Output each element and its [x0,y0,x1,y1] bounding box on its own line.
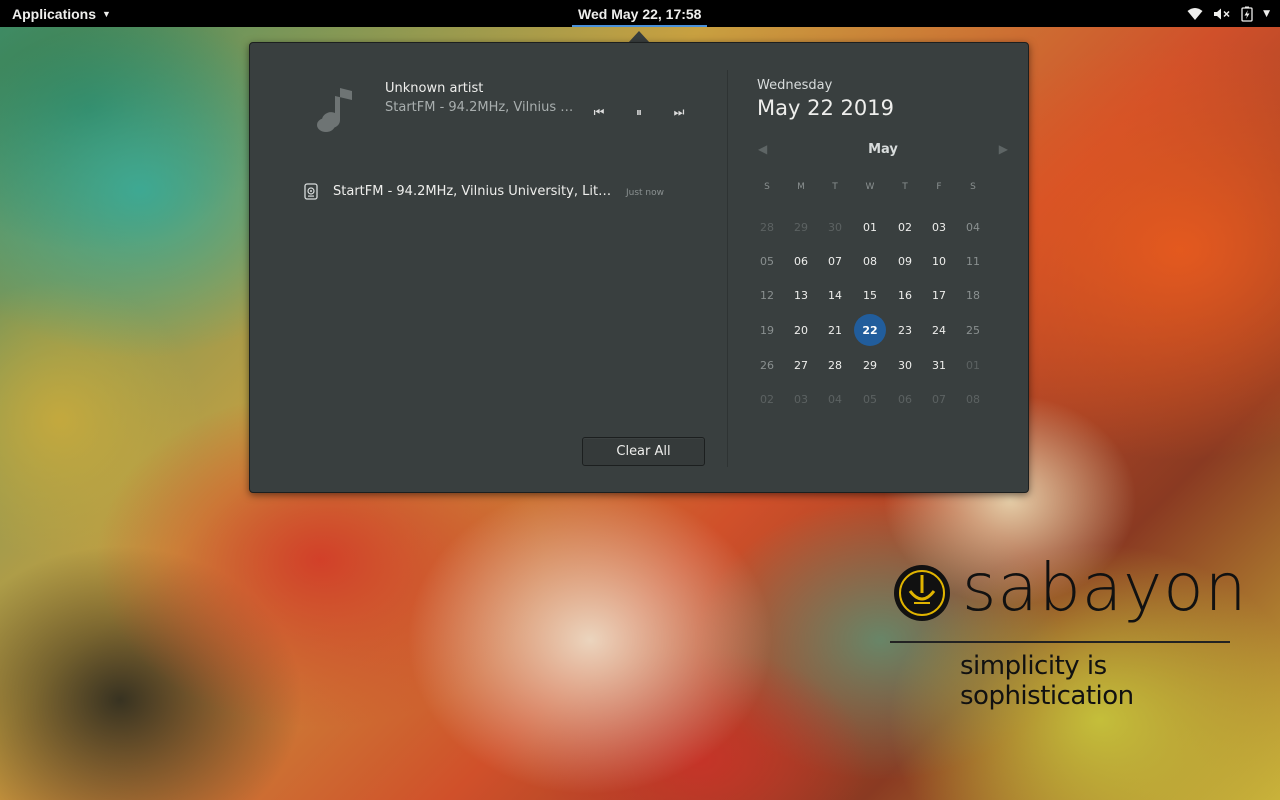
radio-icon [304,183,318,204]
calendar-day[interactable]: 07 [819,245,851,277]
pause-icon[interactable]: ⏸ [627,102,651,122]
applications-label: Applications [12,5,97,22]
system-tray[interactable]: ▼ [1187,0,1270,27]
clock-button[interactable]: Wed May 22, 17:58 [572,0,707,27]
brand-divider [890,641,1230,643]
calendar-day[interactable]: 23 [889,314,921,346]
day-header: M [797,182,805,192]
calendar-day[interactable]: 04 [819,383,851,415]
calendar-day[interactable]: 15 [854,279,886,311]
calendar-day[interactable]: 28 [751,211,783,243]
calendar-day[interactable]: 20 [785,314,817,346]
calendar-day[interactable]: 08 [957,383,989,415]
system-menu-arrow-icon[interactable]: ▼ [1263,9,1270,19]
calendar-day[interactable]: 30 [819,211,851,243]
calendar-day[interactable]: 10 [923,245,955,277]
calendar-day[interactable]: 27 [785,349,817,381]
calendar-day[interactable]: 29 [854,349,886,381]
media-track: StartFM - 94.2MHz, Vilnius University, L… [385,100,575,115]
calendar-pane: Wednesday May 22 2019 ◀ May ▶ S M T W T F S 28 2… [728,43,1028,492]
clear-all-button[interactable]: Clear All [582,437,705,466]
calendar-day[interactable]: 26 [751,349,783,381]
next-icon[interactable]: ⏭ [667,102,691,122]
applications-menu[interactable]: Applications ▼ [12,0,111,27]
calendar-popover: Unknown artist StartFM - 94.2MHz, Vilniu… [249,42,1029,493]
calendar-day[interactable]: 06 [785,245,817,277]
top-bar: Applications ▼ Wed May 22, 17:58 ▼ [0,0,1280,27]
current-date[interactable]: May 22 2019 [757,96,894,120]
calendar-day[interactable]: 03 [923,211,955,243]
day-header: S [764,182,770,192]
media-player: Unknown artist StartFM - 94.2MHz, Vilniu… [300,76,700,146]
calendar-day-today[interactable]: 22 [854,314,886,346]
calendar-day[interactable]: 01 [957,349,989,381]
calendar-day[interactable]: 17 [923,279,955,311]
calendar-day[interactable]: 09 [889,245,921,277]
calendar-day[interactable]: 28 [819,349,851,381]
calendar-month: May [868,142,898,157]
calendar-header: ◀ May ▶ [750,139,1016,165]
calendar-day[interactable]: 25 [957,314,989,346]
calendar-day[interactable]: 05 [751,245,783,277]
calendar-day[interactable]: 18 [957,279,989,311]
notification-time: Just now [626,188,665,198]
volume-muted-icon[interactable] [1213,7,1231,21]
calendar-day[interactable]: 14 [819,279,851,311]
calendar-day[interactable]: 01 [854,211,886,243]
sabayon-logo-icon [892,563,952,627]
brand-name: sabayon [962,549,1248,626]
next-month-icon[interactable]: ▶ [999,142,1008,156]
calendar-day[interactable]: 12 [751,279,783,311]
calendar-day[interactable]: 29 [785,211,817,243]
previous-icon[interactable]: ⏮ [587,102,611,122]
calendar-day[interactable]: 07 [923,383,955,415]
calendar-day[interactable]: 11 [957,245,989,277]
calendar-day[interactable]: 30 [889,349,921,381]
calendar-day[interactable]: 02 [751,383,783,415]
calendar-day[interactable]: 13 [785,279,817,311]
calendar-day[interactable]: 08 [854,245,886,277]
calendar-day[interactable]: 31 [923,349,955,381]
day-header: W [865,182,875,192]
calendar-day[interactable]: 06 [889,383,921,415]
calendar-day[interactable]: 19 [751,314,783,346]
notification-pane: Unknown artist StartFM - 94.2MHz, Vilniu… [250,43,727,492]
current-weekday: Wednesday [757,78,833,93]
day-header: T [832,182,838,192]
calendar-day[interactable]: 03 [785,383,817,415]
day-header: S [970,182,976,192]
battery-icon[interactable] [1241,6,1253,22]
calendar-day[interactable]: 04 [957,211,989,243]
day-header: T [902,182,908,192]
calendar-day[interactable]: 05 [854,383,886,415]
wifi-icon[interactable] [1187,7,1203,21]
calendar-day[interactable]: 16 [889,279,921,311]
media-artist: Unknown artist [385,81,484,96]
day-header: F [936,182,942,192]
sabayon-branding: sabayon simplicity is sophistication [890,549,1270,711]
brand-tagline: simplicity is sophistication [960,651,1134,711]
chevron-down-icon: ▼ [102,8,111,19]
calendar-day[interactable]: 24 [923,314,955,346]
music-note-icon [310,86,354,142]
notification-item[interactable]: StartFM - 94.2MHz, Vilnius University, L… [302,183,702,205]
calendar-day[interactable]: 21 [819,314,851,346]
notification-text: StartFM - 94.2MHz, Vilnius University, L… [333,184,615,199]
calendar-day[interactable]: 02 [889,211,921,243]
